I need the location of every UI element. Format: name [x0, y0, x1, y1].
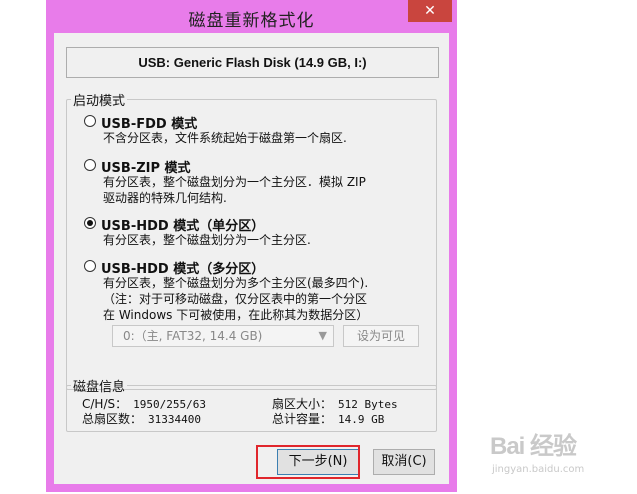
capacity-label: 总计容量：	[272, 412, 333, 426]
option-description: 有分区表，整个磁盘划分为一个主分区．模拟 ZIP 驱动器的特殊几何结构.	[103, 175, 366, 205]
partition-select: 0:（主, FAT32, 14.4 GB) ▼	[112, 325, 334, 347]
option-description: 有分区表，整个磁盘划分为多个主分区(最多四个). （注：对于可移动磁盘，仅分区表…	[103, 276, 369, 322]
cancel-button[interactable]: 取消(C)	[373, 449, 435, 475]
radio-button-checked[interactable]	[84, 217, 96, 229]
total-sectors-label: 总扇区数：	[82, 412, 143, 426]
close-button[interactable]: ✕	[408, 0, 452, 22]
total-sectors-row: 总扇区数： 31334400	[82, 410, 201, 427]
radio-button[interactable]	[84, 260, 96, 272]
baidu-logo: Bai 经验	[490, 433, 577, 460]
set-visible-button: 设为可见	[343, 325, 419, 347]
baidu-watermark: Bai 经验 jingyan.baidu.com	[490, 424, 630, 484]
capacity-value: 14.9 GB	[338, 413, 385, 426]
boot-mode-legend: 启动模式	[73, 94, 126, 109]
capacity-row: 总计容量： 14.9 GB	[272, 410, 384, 427]
option-description: 有分区表，整个磁盘划分为一个主分区.	[103, 233, 311, 247]
format-dialog-window: 磁盘重新格式化 ✕ USB: Generic Flash Disk (14.9 …	[46, 0, 457, 492]
disk-info-legend: 磁盘信息	[73, 380, 126, 395]
chevron-down-icon: ▼	[318, 329, 327, 342]
dialog-client-area: USB: Generic Flash Disk (14.9 GB, I:) 启动…	[54, 33, 449, 484]
window-title: 磁盘重新格式化	[188, 11, 315, 31]
partition-select-value: 0:（主, FAT32, 14.4 GB)	[123, 329, 263, 343]
device-label: USB: Generic Flash Disk (14.9 GB, I:)	[66, 47, 439, 78]
radio-button[interactable]	[84, 159, 96, 171]
watermark-site: jingyan.baidu.com	[492, 464, 585, 475]
radio-button[interactable]	[84, 115, 96, 127]
close-icon: ✕	[424, 3, 436, 19]
highlight-box	[256, 445, 360, 479]
option-description: 不含分区表，文件系统起始于磁盘第一个扇区.	[103, 131, 347, 145]
title-bar[interactable]: 磁盘重新格式化 ✕	[46, 0, 457, 34]
total-sectors-value: 31334400	[148, 413, 201, 426]
